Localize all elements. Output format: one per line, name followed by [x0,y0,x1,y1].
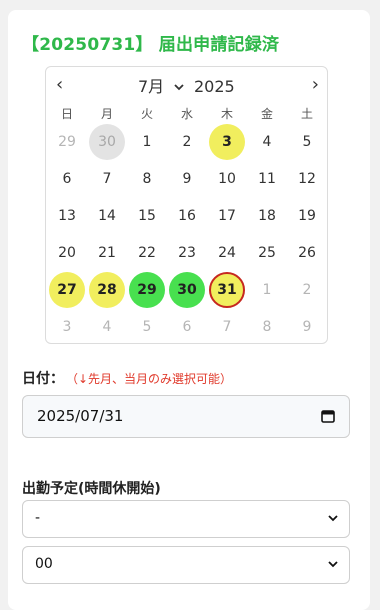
calendar-day-selected[interactable]: 31 [209,272,245,308]
calendar-icon[interactable] [321,409,335,423]
calendar-day[interactable]: 3 [209,124,245,160]
calendar-day[interactable]: 17 [209,198,245,234]
calendar-day[interactable]: 5 [129,309,165,345]
chevron-down-icon[interactable] [174,77,184,97]
calendar-day[interactable]: 5 [289,124,325,160]
calendar-day[interactable]: 7 [209,309,245,345]
weekday-sat: 土 [300,107,313,121]
calendar-day[interactable]: 21 [89,235,125,271]
calendar-day[interactable]: 8 [249,309,285,345]
calendar-day[interactable]: 29 [129,272,165,308]
calendar-day[interactable]: 19 [289,198,325,234]
calendar-day[interactable]: 29 [49,124,85,160]
calendar-day[interactable]: 25 [249,235,285,271]
month-select[interactable]: 7月 [138,77,164,97]
calendar-day[interactable]: 6 [169,309,205,345]
weekday-thu: 木 [220,107,233,121]
calendar-day[interactable]: 26 [289,235,325,271]
calendar-day[interactable]: 13 [49,198,85,234]
calendar-day[interactable]: 9 [289,309,325,345]
calendar-day[interactable]: 27 [49,272,85,308]
calendar-day[interactable]: 30 [89,124,125,160]
chevron-down-icon [328,515,338,522]
calendar-day[interactable]: 28 [89,272,125,308]
hour-select[interactable]: - [22,500,350,538]
calendar-day[interactable]: 18 [249,198,285,234]
minute-value: 00 [35,556,53,572]
chevron-down-icon [328,561,338,568]
page-title: 【20250731】 届出申請記録済 [22,35,280,55]
calendar-day[interactable]: 4 [249,124,285,160]
calendar-day[interactable]: 2 [169,124,205,160]
shift-label: 出勤予定(時間休開始) [22,481,161,497]
weekday-sun: 日 [60,107,73,121]
calendar-day[interactable]: 1 [249,272,285,308]
date-note: （↓先月、当月のみ選択可能） [66,372,233,386]
date-input[interactable]: 2025/07/31 [22,395,350,438]
calendar-day[interactable]: 12 [289,161,325,197]
prev-month-button[interactable]: ‹ [56,75,63,95]
weekday-tue: 火 [140,107,153,121]
weekday-mon: 月 [100,107,113,121]
date-value: 2025/07/31 [37,407,124,425]
calendar-popup: ‹ 7月 2025 › 日 月 火 水 木 金 土 29 30 1 2 3 4 … [45,66,328,344]
calendar-day[interactable]: 23 [169,235,205,271]
calendar-day[interactable]: 7 [89,161,125,197]
year-label[interactable]: 2025 [194,77,235,97]
minute-select[interactable]: 00 [22,546,350,584]
calendar-day[interactable]: 9 [169,161,205,197]
calendar-day[interactable]: 30 [169,272,205,308]
calendar-day[interactable]: 2 [289,272,325,308]
calendar-day[interactable]: 8 [129,161,165,197]
calendar-day[interactable]: 22 [129,235,165,271]
calendar-day[interactable]: 6 [49,161,85,197]
calendar-day[interactable]: 15 [129,198,165,234]
calendar-day[interactable]: 10 [209,161,245,197]
calendar-day[interactable]: 1 [129,124,165,160]
calendar-day[interactable]: 3 [49,309,85,345]
date-label: 日付： [22,371,64,387]
calendar-day[interactable]: 20 [49,235,85,271]
hour-value: - [35,510,41,526]
weekday-wed: 水 [180,107,193,121]
next-month-button[interactable]: › [312,75,319,95]
calendar-day[interactable]: 24 [209,235,245,271]
calendar-day[interactable]: 16 [169,198,205,234]
weekday-fri: 金 [260,107,273,121]
calendar-day[interactable]: 14 [89,198,125,234]
calendar-day[interactable]: 11 [249,161,285,197]
calendar-day[interactable]: 4 [89,309,125,345]
